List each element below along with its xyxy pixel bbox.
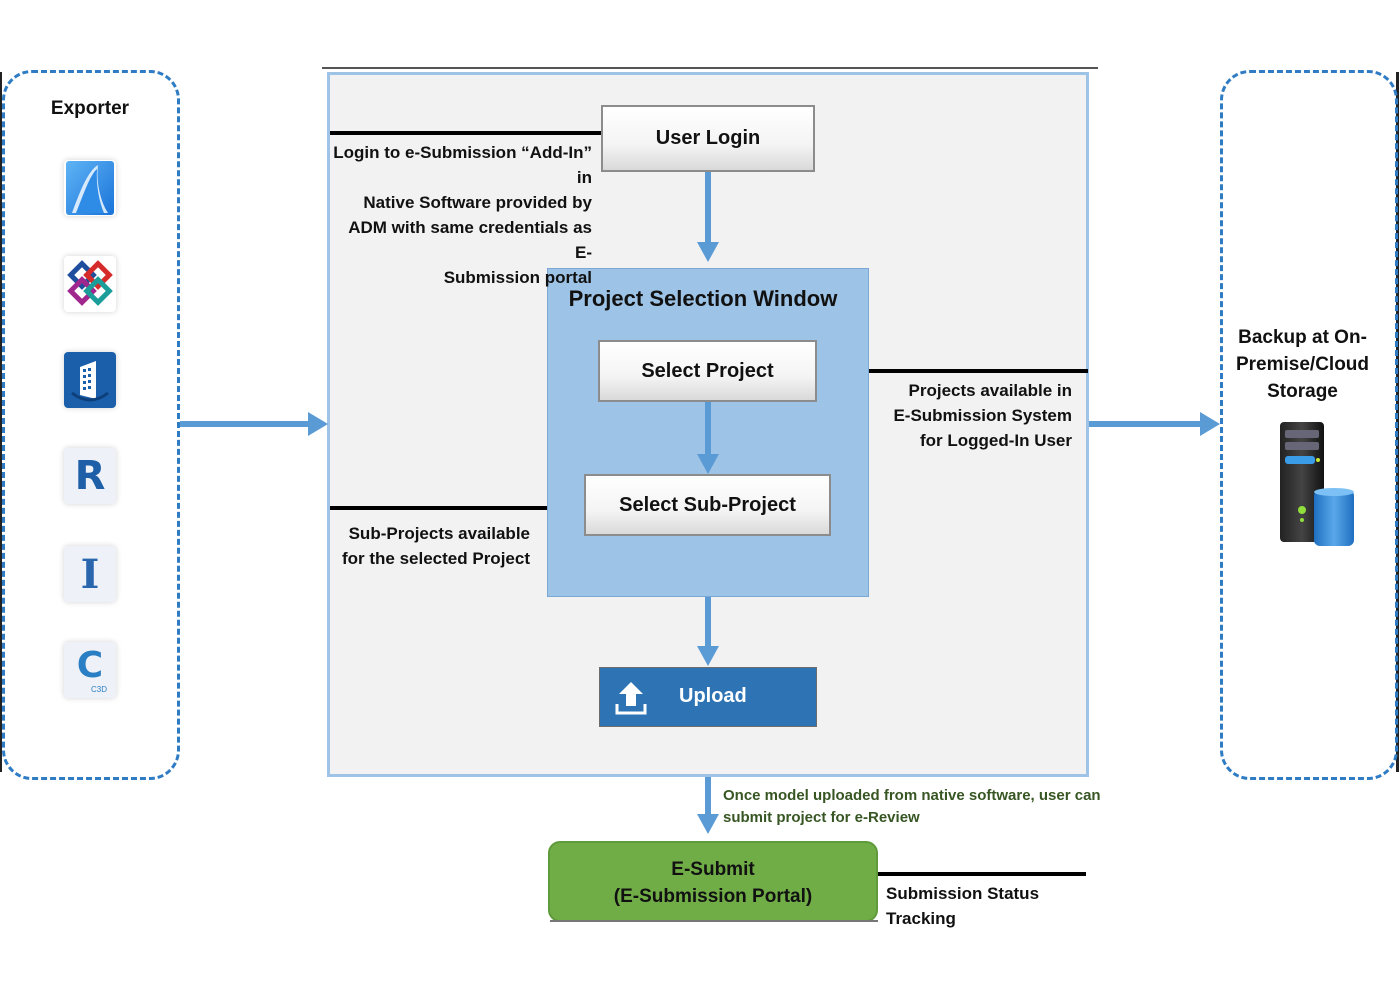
- flow-arrows: [180, 172, 1220, 834]
- arrow-upload-to-esubmit: [697, 777, 719, 834]
- arrow-panel-to-backup: [1089, 412, 1220, 436]
- arrow-exporter-to-panel: [180, 412, 328, 436]
- arrow-project-to-subproject: [697, 402, 719, 474]
- arrow-psw-to-upload: [697, 597, 719, 666]
- arrow-login-to-psw: [697, 172, 719, 262]
